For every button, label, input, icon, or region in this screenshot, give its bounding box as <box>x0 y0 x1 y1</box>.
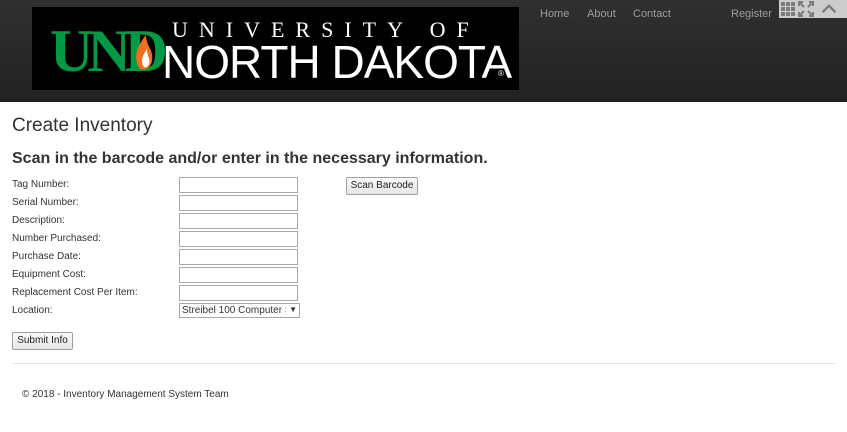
instructions-text: Scan in the barcode and/or enter in the … <box>12 150 488 167</box>
chevron-up-icon[interactable] <box>821 1 837 17</box>
purchase-date-label: Purchase Date: <box>12 251 81 262</box>
location-label: Location: <box>12 305 53 316</box>
serial-number-label: Serial Number: <box>12 197 79 208</box>
logo-registered-mark: ® <box>498 69 504 78</box>
description-input[interactable] <box>179 213 298 229</box>
tag-number-label: Tag Number: <box>12 179 70 190</box>
location-selected-value: Streibel 100 Computer Science <box>182 305 286 316</box>
grid-icon[interactable] <box>780 1 796 17</box>
footer-text: © 2018 - Inventory Management System Tea… <box>22 389 229 400</box>
und-logo[interactable]: UND UNIVERSITY OF NORTH DAKOTA ® <box>32 7 519 90</box>
nav-about-link[interactable]: About <box>587 8 616 20</box>
equipment-cost-label: Equipment Cost: <box>12 269 86 280</box>
serial-number-input[interactable] <box>179 195 298 211</box>
scan-barcode-button[interactable]: Scan Barcode <box>346 177 418 195</box>
und-logo-mark-icon: UND <box>50 18 172 79</box>
replacement-cost-input[interactable] <box>179 285 298 301</box>
number-purchased-label: Number Purchased: <box>12 233 101 244</box>
nav-home-link[interactable]: Home <box>540 8 569 20</box>
navbar: UND UNIVERSITY OF NORTH DAKOTA ® Home Ab… <box>0 0 847 102</box>
equipment-cost-input[interactable] <box>179 267 298 283</box>
logo-north-dakota: NORTH DAKOTA <box>162 36 512 88</box>
toolbar-overlay <box>779 0 847 18</box>
description-label: Description: <box>12 215 65 226</box>
purchase-date-input[interactable] <box>179 249 298 265</box>
nav-contact-link[interactable]: Contact <box>633 8 671 20</box>
expand-icon[interactable] <box>798 1 814 17</box>
dropdown-arrow-icon: ▼ <box>289 305 297 314</box>
page-title: Create Inventory <box>12 115 153 136</box>
nav-register-link[interactable]: Register <box>731 8 772 20</box>
number-purchased-input[interactable] <box>179 231 298 247</box>
footer-divider <box>12 363 835 364</box>
location-select[interactable]: Streibel 100 Computer Science ▼ <box>179 303 300 318</box>
tag-number-input[interactable] <box>179 177 298 193</box>
submit-info-button[interactable]: Submit Info <box>12 332 73 350</box>
replacement-cost-label: Replacement Cost Per Item: <box>12 287 138 298</box>
